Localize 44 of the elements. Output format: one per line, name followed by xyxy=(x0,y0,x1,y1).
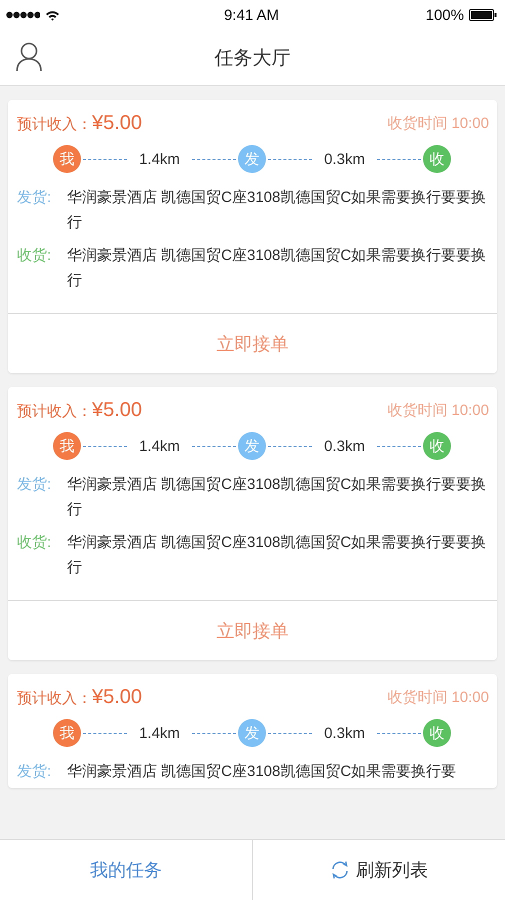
income-label: 预计收入： xyxy=(17,689,92,708)
address-text: 华润豪景酒店 凯德国贸C座3108凯德国贸C如果需要换行要要换行 xyxy=(67,475,488,520)
route-node: 发 xyxy=(238,719,266,747)
route-node: 我 xyxy=(53,432,81,460)
distance-text: 0.3km xyxy=(324,724,365,742)
address-label: 收货: xyxy=(17,246,52,266)
route-node: 发 xyxy=(238,145,266,173)
wifi-icon xyxy=(45,10,60,20)
address-label: 收货: xyxy=(17,533,52,553)
route-node: 发 xyxy=(238,432,266,460)
address-label: 发货: xyxy=(17,475,52,495)
address-label: 发货: xyxy=(17,762,52,782)
page-title: 任务大厅 xyxy=(214,46,290,70)
income-label: 预计收入： xyxy=(17,115,92,134)
income-amount: ¥5.00 xyxy=(92,112,142,135)
route-node: 我 xyxy=(53,145,81,173)
accept-button[interactable]: 立即接单 xyxy=(8,600,497,660)
refresh-icon xyxy=(330,860,350,880)
delivery-time: 收货时间 10:00 xyxy=(387,114,489,133)
route-node: 收 xyxy=(423,432,452,460)
distance-text: 1.4km xyxy=(139,150,180,168)
distance-text: 1.4km xyxy=(139,438,180,454)
address-text: 华润豪景酒店 凯德国贸C座3108凯德国贸C如果需要换行要要换行 xyxy=(67,246,488,291)
address-label: 发货: xyxy=(17,188,52,208)
route-node: 我 xyxy=(53,719,81,747)
income-label: 预计收入： xyxy=(17,402,92,421)
distance-text: 1.4km xyxy=(139,724,180,742)
signal-icon xyxy=(6,11,40,19)
status-time: 9:41 AM xyxy=(224,6,280,24)
route-node: 收 xyxy=(423,719,452,747)
distance-text: 0.3km xyxy=(324,438,365,454)
delivery-time: 收货时间 10:00 xyxy=(387,688,489,707)
accept-button[interactable]: 立即接单 xyxy=(8,313,497,373)
address-text: 华润豪景酒店 凯德国贸C座3108凯德国贸C如果需要换行要要换行 xyxy=(67,533,488,578)
address-text: 华润豪景酒店 凯德国贸C座3108凯德国贸C如果需要换行要 xyxy=(67,762,458,782)
address-text: 华润豪景酒店 凯德国贸C座3108凯德国贸C如果需要换行要要换行 xyxy=(67,188,488,233)
delivery-time: 收货时间 10:00 xyxy=(387,401,489,420)
income-amount: ¥5.00 xyxy=(92,399,142,422)
distance-text: 0.3km xyxy=(324,150,365,168)
income-amount: ¥5.00 xyxy=(92,686,142,709)
battery-icon xyxy=(468,9,497,21)
battery-percent: 100% xyxy=(426,6,464,24)
user-icon[interactable] xyxy=(16,42,42,72)
route-node: 收 xyxy=(423,145,452,173)
